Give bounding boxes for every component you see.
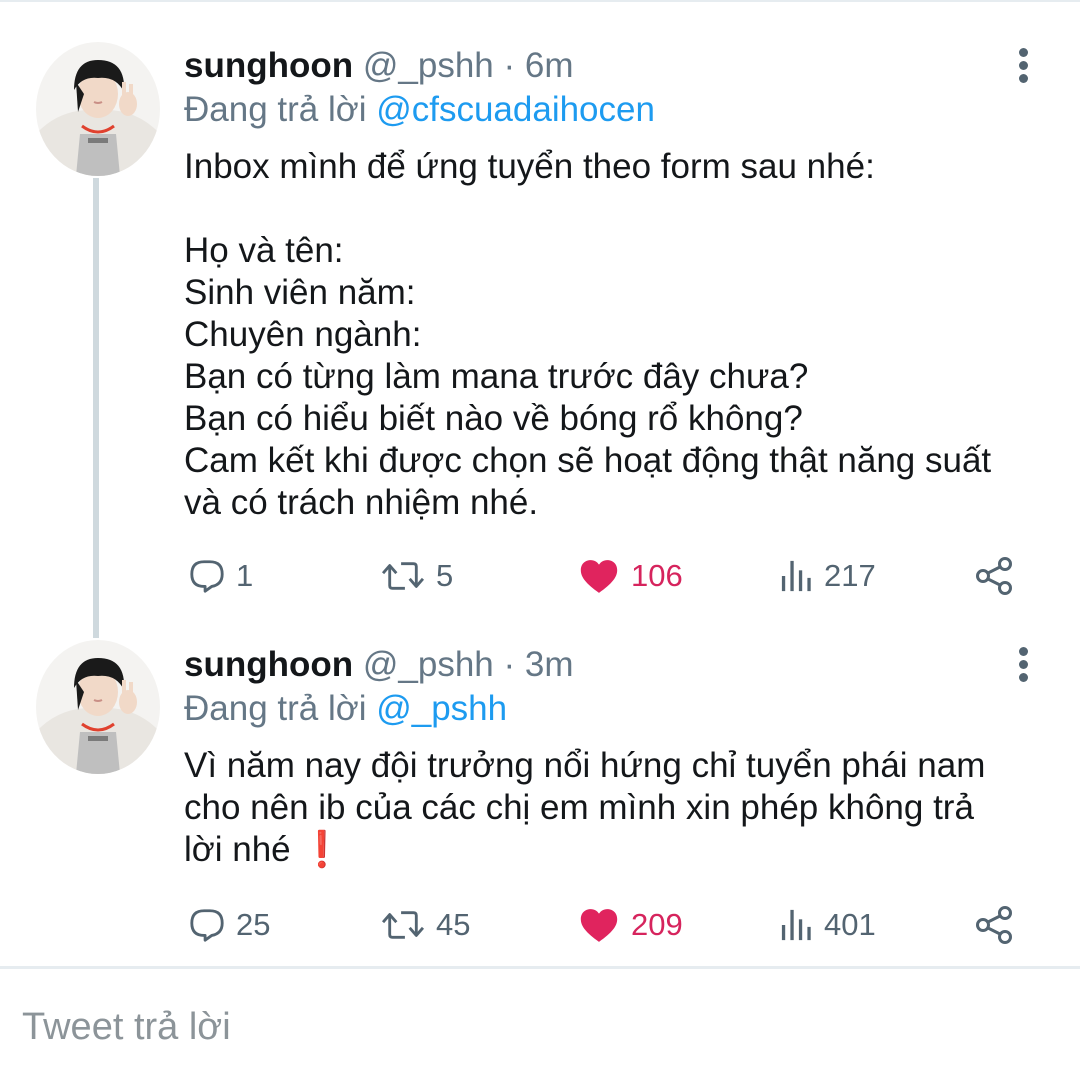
reply-icon (188, 557, 226, 595)
tweet-text-line: lời nhé ❗ (184, 830, 344, 869)
replying-to-label: Đang trả lời (184, 90, 367, 129)
avatar[interactable] (36, 42, 160, 176)
reply-count: 1 (236, 558, 254, 593)
heart-icon (579, 907, 619, 944)
heart-icon (579, 558, 619, 595)
tweet-actions: 1 5 106 217 (184, 551, 1044, 601)
like-count: 209 (631, 907, 683, 942)
retweet-button[interactable]: 45 (380, 900, 470, 950)
views-icon (780, 906, 814, 944)
replying-to-link[interactable]: @cfscuadaihocen (376, 90, 655, 129)
more-vertical-icon[interactable] (1012, 645, 1036, 685)
retweet-icon (380, 906, 426, 944)
thread-connector-line (93, 178, 99, 638)
replying-to: Đang trả lời @cfscuadaihocen (184, 88, 1044, 132)
views-icon (780, 557, 814, 595)
replying-to-label: Đang trả lời (184, 689, 367, 728)
tweet-header: sunghoon @_pshh · 3m (184, 643, 1044, 687)
separator: · (503, 645, 516, 684)
reply-input[interactable]: Tweet trả lời (22, 1006, 231, 1049)
tweet-text: Vì năm nay đội trưởng nổi hứng chỉ tuyển… (184, 745, 1044, 871)
separator: · (503, 46, 516, 85)
timestamp[interactable]: 3m (525, 645, 574, 684)
tweet-text-line: Inbox mình để ứng tuyển theo form sau nh… (184, 147, 875, 186)
share-button[interactable] (974, 551, 1014, 601)
tweet-text-line: Vì năm nay đội trưởng nổi hứng chỉ tuyển… (184, 746, 986, 785)
tweet-text-line: Bạn có hiểu biết nào về bóng rổ không? (184, 399, 803, 438)
tweet-header: sunghoon @_pshh · 6m (184, 44, 1044, 88)
share-button[interactable] (974, 900, 1014, 950)
share-icon (974, 556, 1014, 596)
tweet-text-line: cho nên ib của các chị em mình xin phép … (184, 788, 974, 827)
like-button[interactable]: 106 (579, 551, 683, 601)
like-count: 106 (631, 558, 683, 593)
reply-box-divider (0, 966, 1080, 969)
more-vertical-icon[interactable] (1012, 46, 1036, 86)
reply-count: 25 (236, 907, 271, 942)
views-button[interactable]: 401 (780, 900, 876, 950)
timestamp[interactable]: 6m (525, 46, 574, 85)
like-button[interactable]: 209 (579, 900, 683, 950)
tweet-text-line: Chuyên ngành: (184, 315, 422, 354)
tweet-actions: 25 45 209 401 (184, 900, 1044, 950)
tweet-text-line: Bạn có từng làm mana trước đây chưa? (184, 357, 809, 396)
share-icon (974, 905, 1014, 945)
views-count: 401 (824, 907, 876, 942)
author-handle[interactable]: @_pshh (363, 46, 494, 85)
retweet-count: 5 (436, 558, 454, 593)
author-handle[interactable]: @_pshh (363, 645, 494, 684)
author-name[interactable]: sunghoon (184, 645, 353, 684)
tweet-text-line: Cam kết khi được chọn sẽ hoạt động thật … (184, 441, 992, 480)
tweet-text: Inbox mình để ứng tuyển theo form sau nh… (184, 146, 1044, 524)
reply-button[interactable]: 25 (188, 900, 270, 950)
views-button[interactable]: 217 (780, 551, 876, 601)
tweet-text-blank-line (184, 188, 1044, 230)
replying-to: Đang trả lời @_pshh (184, 687, 1044, 731)
top-border (0, 0, 1080, 2)
retweet-button[interactable]: 5 (380, 551, 453, 601)
replying-to-link[interactable]: @_pshh (376, 689, 507, 728)
author-name[interactable]: sunghoon (184, 46, 353, 85)
retweet-count: 45 (436, 907, 471, 942)
tweet-content: sunghoon @_pshh · 6m Đang trả lời @cfscu… (184, 44, 1044, 524)
retweet-icon (380, 557, 426, 595)
tweet-content: sunghoon @_pshh · 3m Đang trả lời @_pshh… (184, 643, 1044, 871)
tweet-text-line: Họ và tên: (184, 231, 344, 270)
reply-button[interactable]: 1 (188, 551, 253, 601)
tweet-text-line: Sinh viên năm: (184, 273, 416, 312)
avatar[interactable] (36, 640, 160, 774)
views-count: 217 (824, 558, 876, 593)
tweet-text-line: và có trách nhiệm nhé. (184, 483, 539, 522)
reply-icon (188, 906, 226, 944)
